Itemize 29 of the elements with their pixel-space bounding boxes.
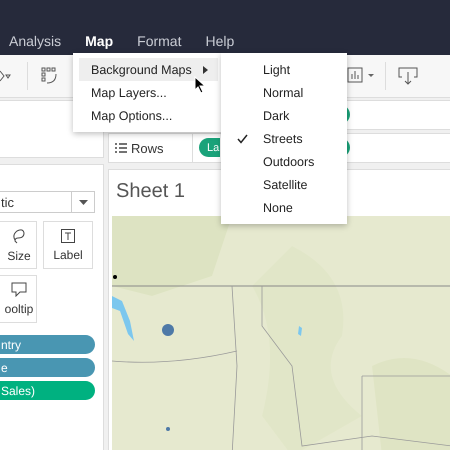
menu-item[interactable]: Format [136,33,182,49]
submenu-arrow-icon [203,66,208,74]
menu-item[interactable]: Analysis [8,33,62,49]
text-icon [61,228,75,242]
menu-item[interactable]: Light [221,58,347,81]
list-icon [115,143,127,153]
menu-item[interactable]: Normal [221,81,347,104]
present-icon[interactable] [398,67,418,87]
menu-item[interactable]: Map Options... [79,104,218,127]
menu-item[interactable]: None [221,196,347,219]
mark-button[interactable]: Label [43,221,93,269]
shelf-label: Rows [131,140,164,156]
menu-item[interactable]: Help [204,33,236,49]
lasso-icon [12,228,26,244]
caret-icon [78,200,88,204]
menu-item[interactable]: Outdoors [221,150,347,173]
menu-item[interactable]: Map Layers... [79,81,218,104]
swap-icon[interactable] [41,67,59,85]
menu-item[interactable]: Dark [221,104,347,127]
menu-item[interactable]: Satellite [221,173,347,196]
mark-type-dropdown[interactable]: tic [0,191,95,213]
mark-button[interactable]: Size [0,221,37,269]
menu-item[interactable]: Background Maps [79,58,218,81]
menu-item[interactable]: Map [84,33,114,49]
mark-button[interactable]: ooltip [0,275,37,323]
sheet-title: Sheet 1 [116,180,185,202]
speech-bubble-icon [11,282,27,297]
cursor-icon [194,76,206,94]
menu-item[interactable]: Streets [221,127,347,150]
